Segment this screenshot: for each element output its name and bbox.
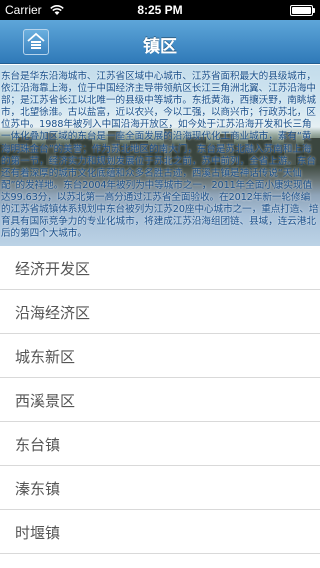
navigation-bar: 镇区 [0,20,320,64]
list-item[interactable]: 溱东镇 [0,466,320,510]
list-item[interactable]: 西溪景区 [0,378,320,422]
list-item-label: 城东新区 [15,348,76,366]
list-item-label: 沿海经济区 [15,304,91,322]
list-item[interactable]: 时堰镇 [0,510,320,554]
battery-icon [290,5,316,16]
page-title: 镇区 [143,37,177,57]
list-item[interactable]: 东台镇 [0,422,320,466]
list-item[interactable]: 经济开发区 [0,246,320,290]
city-intro-banner: 东台是华东沿海城市、江苏省区域中心城市、江苏省面积最大的县级城市，依江沿海靠上海… [0,65,320,246]
list-item-label: 东台镇 [15,436,61,454]
city-intro-text: 东台是华东沿海城市、江苏省区域中心城市、江苏省面积最大的县级城市，依江沿海靠上海… [1,71,319,240]
status-time: 8:25 PM [137,3,183,17]
list-item-label: 西溪景区 [15,392,76,410]
list-item-label: 时堰镇 [15,524,61,542]
list-item-label: 溱东镇 [15,480,61,498]
list-item-label: 经济开发区 [15,260,91,278]
list-item[interactable]: 沿海经济区 [0,290,320,334]
status-bar: Carrier 8:25 PM [0,0,320,20]
town-list: 经济开发区 沿海经济区 城东新区 西溪景区 东台镇 溱东镇 时堰镇 [0,246,320,554]
list-item[interactable]: 城东新区 [0,334,320,378]
